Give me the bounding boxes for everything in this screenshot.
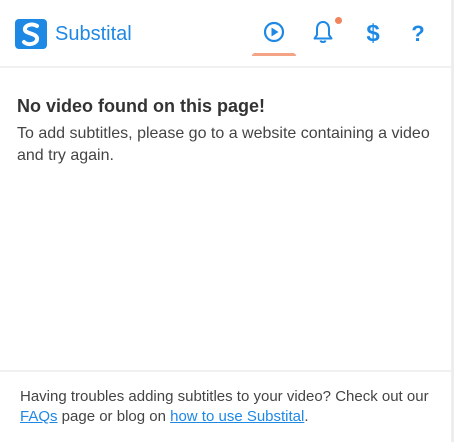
tab-help[interactable]: ? bbox=[396, 12, 440, 56]
footer-text-middle: page or blog on bbox=[57, 408, 171, 425]
app-name: Substital bbox=[55, 23, 132, 45]
footer-help-text: Having troubles adding subtitles to your… bbox=[20, 387, 440, 427]
dollar-icon: $ bbox=[366, 20, 380, 47]
tab-notifications[interactable] bbox=[301, 12, 345, 56]
tab-donate[interactable]: $ bbox=[351, 12, 395, 56]
empty-state-message: To add subtitles, please go to a website… bbox=[17, 125, 430, 164]
how-to-use-link[interactable]: how to use Substital bbox=[170, 408, 304, 425]
play-circle-icon bbox=[263, 21, 285, 48]
empty-state-title: No video found on this page! bbox=[17, 96, 265, 116]
active-tab-indicator bbox=[252, 53, 296, 56]
footer: Having troubles adding subtitles to your… bbox=[0, 370, 454, 442]
substital-logo-icon bbox=[15, 19, 47, 49]
notification-badge bbox=[335, 17, 342, 24]
main-content: No video found on this page! To add subt… bbox=[17, 95, 437, 167]
question-icon: ? bbox=[411, 21, 425, 46]
footer-text-before: Having troubles adding subtitles to your… bbox=[20, 388, 429, 405]
bell-icon bbox=[312, 20, 334, 49]
header-bar: Substital $ ? bbox=[0, 0, 454, 68]
footer-text-after: . bbox=[304, 408, 309, 425]
faq-link[interactable]: FAQs bbox=[20, 408, 58, 425]
tab-video[interactable] bbox=[252, 12, 296, 56]
